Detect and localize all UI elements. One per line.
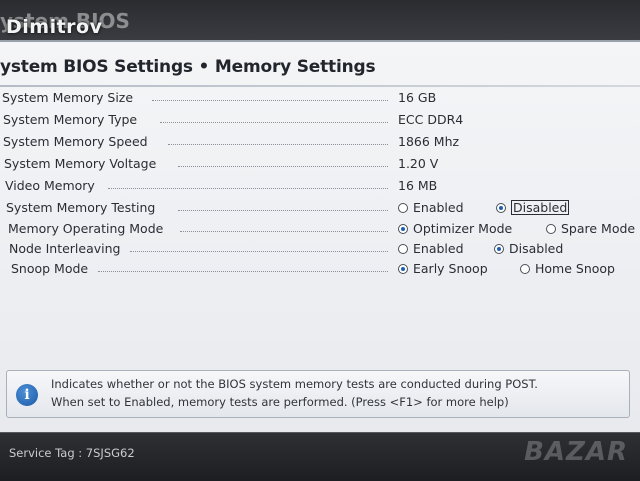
dotted-leader: [178, 166, 388, 167]
help-text-line-1: Indicates whether or not the BIOS system…: [51, 377, 538, 391]
setting-label: Node Interleaving: [9, 241, 121, 256]
radio-checked-icon[interactable]: [398, 263, 408, 274]
setting-label: System Memory Voltage: [4, 156, 157, 171]
setting-value: 16 GB: [398, 90, 437, 105]
setting-label: Video Memory: [5, 178, 95, 193]
radio-option-early-snoop[interactable]: Early Snoop: [398, 261, 488, 276]
dotted-leader: [152, 100, 388, 101]
dotted-leader: [178, 210, 388, 211]
radio-option-enabled[interactable]: Enabled: [398, 200, 464, 215]
setting-row-video-memory: Video Memory 16 MB: [0, 176, 640, 196]
help-panel: i Indicates whether or not the BIOS syst…: [6, 370, 630, 418]
radio-unchecked-icon[interactable]: [520, 263, 530, 274]
dotted-leader: [98, 271, 388, 272]
setting-label: System Memory Size: [2, 90, 134, 105]
setting-value: 1866 Mhz: [398, 134, 460, 149]
radio-option-disabled[interactable]: Disabled: [496, 200, 570, 215]
radio-unchecked-icon[interactable]: [398, 243, 408, 254]
radio-checked-icon[interactable]: [494, 243, 504, 254]
setting-row-memory-speed: System Memory Speed 1866 Mhz: [0, 132, 640, 152]
photo-overlay-text: Dimitrov: [6, 16, 103, 38]
watermark-logo: BAZAR: [524, 437, 628, 467]
dotted-leader: [160, 122, 388, 123]
setting-row-memory-voltage: System Memory Voltage 1.20 V: [0, 154, 640, 174]
dotted-leader: [180, 231, 388, 232]
title-divider: [0, 85, 640, 87]
service-tag: Service Tag : 7SJSG62: [9, 446, 135, 460]
focused-option-text: Disabled: [511, 200, 570, 215]
radio-option-optimizer-mode[interactable]: Optimizer Mode: [398, 221, 512, 236]
radio-checked-icon[interactable]: [398, 223, 408, 234]
radio-option-enabled[interactable]: Enabled: [398, 241, 464, 256]
bios-screen: ystem BIOS Settings • Memory Settings Sy…: [0, 40, 640, 434]
radio-option-spare-mode[interactable]: Spare Mode: [546, 221, 635, 236]
radio-unchecked-icon[interactable]: [398, 202, 408, 213]
setting-row-memory-type: System Memory Type ECC DDR4: [0, 110, 640, 130]
help-text-line-2: When set to Enabled, memory tests are pe…: [51, 395, 509, 409]
info-icon: i: [16, 384, 38, 406]
setting-label: Snoop Mode: [11, 261, 89, 276]
setting-row-memory-operating-mode[interactable]: Memory Operating Mode Optimizer Mode Spa…: [0, 219, 640, 239]
dotted-leader: [130, 251, 388, 252]
footer-bar: Service Tag : 7SJSG62 BAZAR: [0, 432, 640, 481]
setting-row-snoop-mode[interactable]: Snoop Mode Early Snoop Home Snoop: [0, 259, 640, 279]
setting-value: 16 MB: [398, 178, 438, 193]
header-bar: ystem BIOS Dimitrov: [0, 0, 640, 44]
radio-unchecked-icon[interactable]: [546, 223, 556, 234]
setting-value: ECC DDR4: [398, 112, 464, 127]
radio-checked-icon[interactable]: [496, 202, 506, 213]
radio-option-home-snoop[interactable]: Home Snoop: [520, 261, 615, 276]
radio-option-disabled[interactable]: Disabled: [494, 241, 563, 256]
setting-row-memory-size: System Memory Size 16 GB: [0, 88, 640, 108]
setting-label: System Memory Speed: [3, 134, 148, 149]
setting-value: 1.20 V: [398, 156, 439, 171]
page-title: ystem BIOS Settings • Memory Settings: [0, 57, 376, 77]
setting-label: Memory Operating Mode: [8, 221, 164, 236]
dotted-leader: [108, 188, 388, 189]
dotted-leader: [168, 144, 388, 145]
setting-row-node-interleaving[interactable]: Node Interleaving Enabled Disabled: [0, 239, 640, 259]
setting-label: System Memory Type: [3, 112, 138, 127]
setting-label: System Memory Testing: [6, 200, 156, 215]
setting-row-memory-testing[interactable]: System Memory Testing Enabled Disabled: [0, 198, 640, 218]
